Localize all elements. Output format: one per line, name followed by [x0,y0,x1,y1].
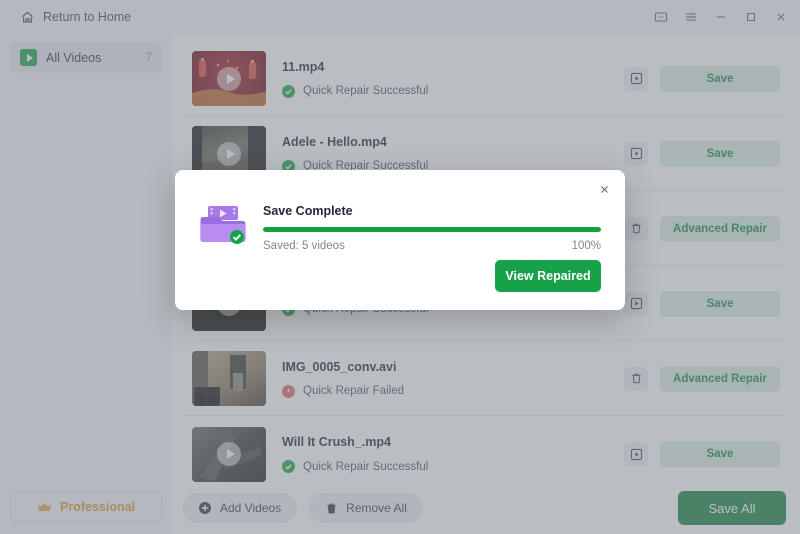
progress-percent-label: 100% [571,240,601,252]
saved-folder-icon [199,202,247,246]
close-icon [600,185,608,193]
dialog-actions: View Repaired [495,260,601,292]
view-repaired-button[interactable]: View Repaired [495,260,601,292]
progress-bar-fill [263,227,601,232]
dialog-title: Save Complete [263,204,353,218]
progress-section: Save Complete Saved: 5 videos 100% [263,202,601,252]
dialog-body: Save Complete Saved: 5 videos 100% [175,170,625,252]
progress-footer: Saved: 5 videos 100% [263,240,601,252]
save-complete-dialog: Save Complete Saved: 5 videos 100% View … [175,170,625,310]
saved-count-label: Saved: 5 videos [263,240,345,252]
dialog-close-button[interactable] [593,178,615,200]
progress-bar [263,227,601,232]
